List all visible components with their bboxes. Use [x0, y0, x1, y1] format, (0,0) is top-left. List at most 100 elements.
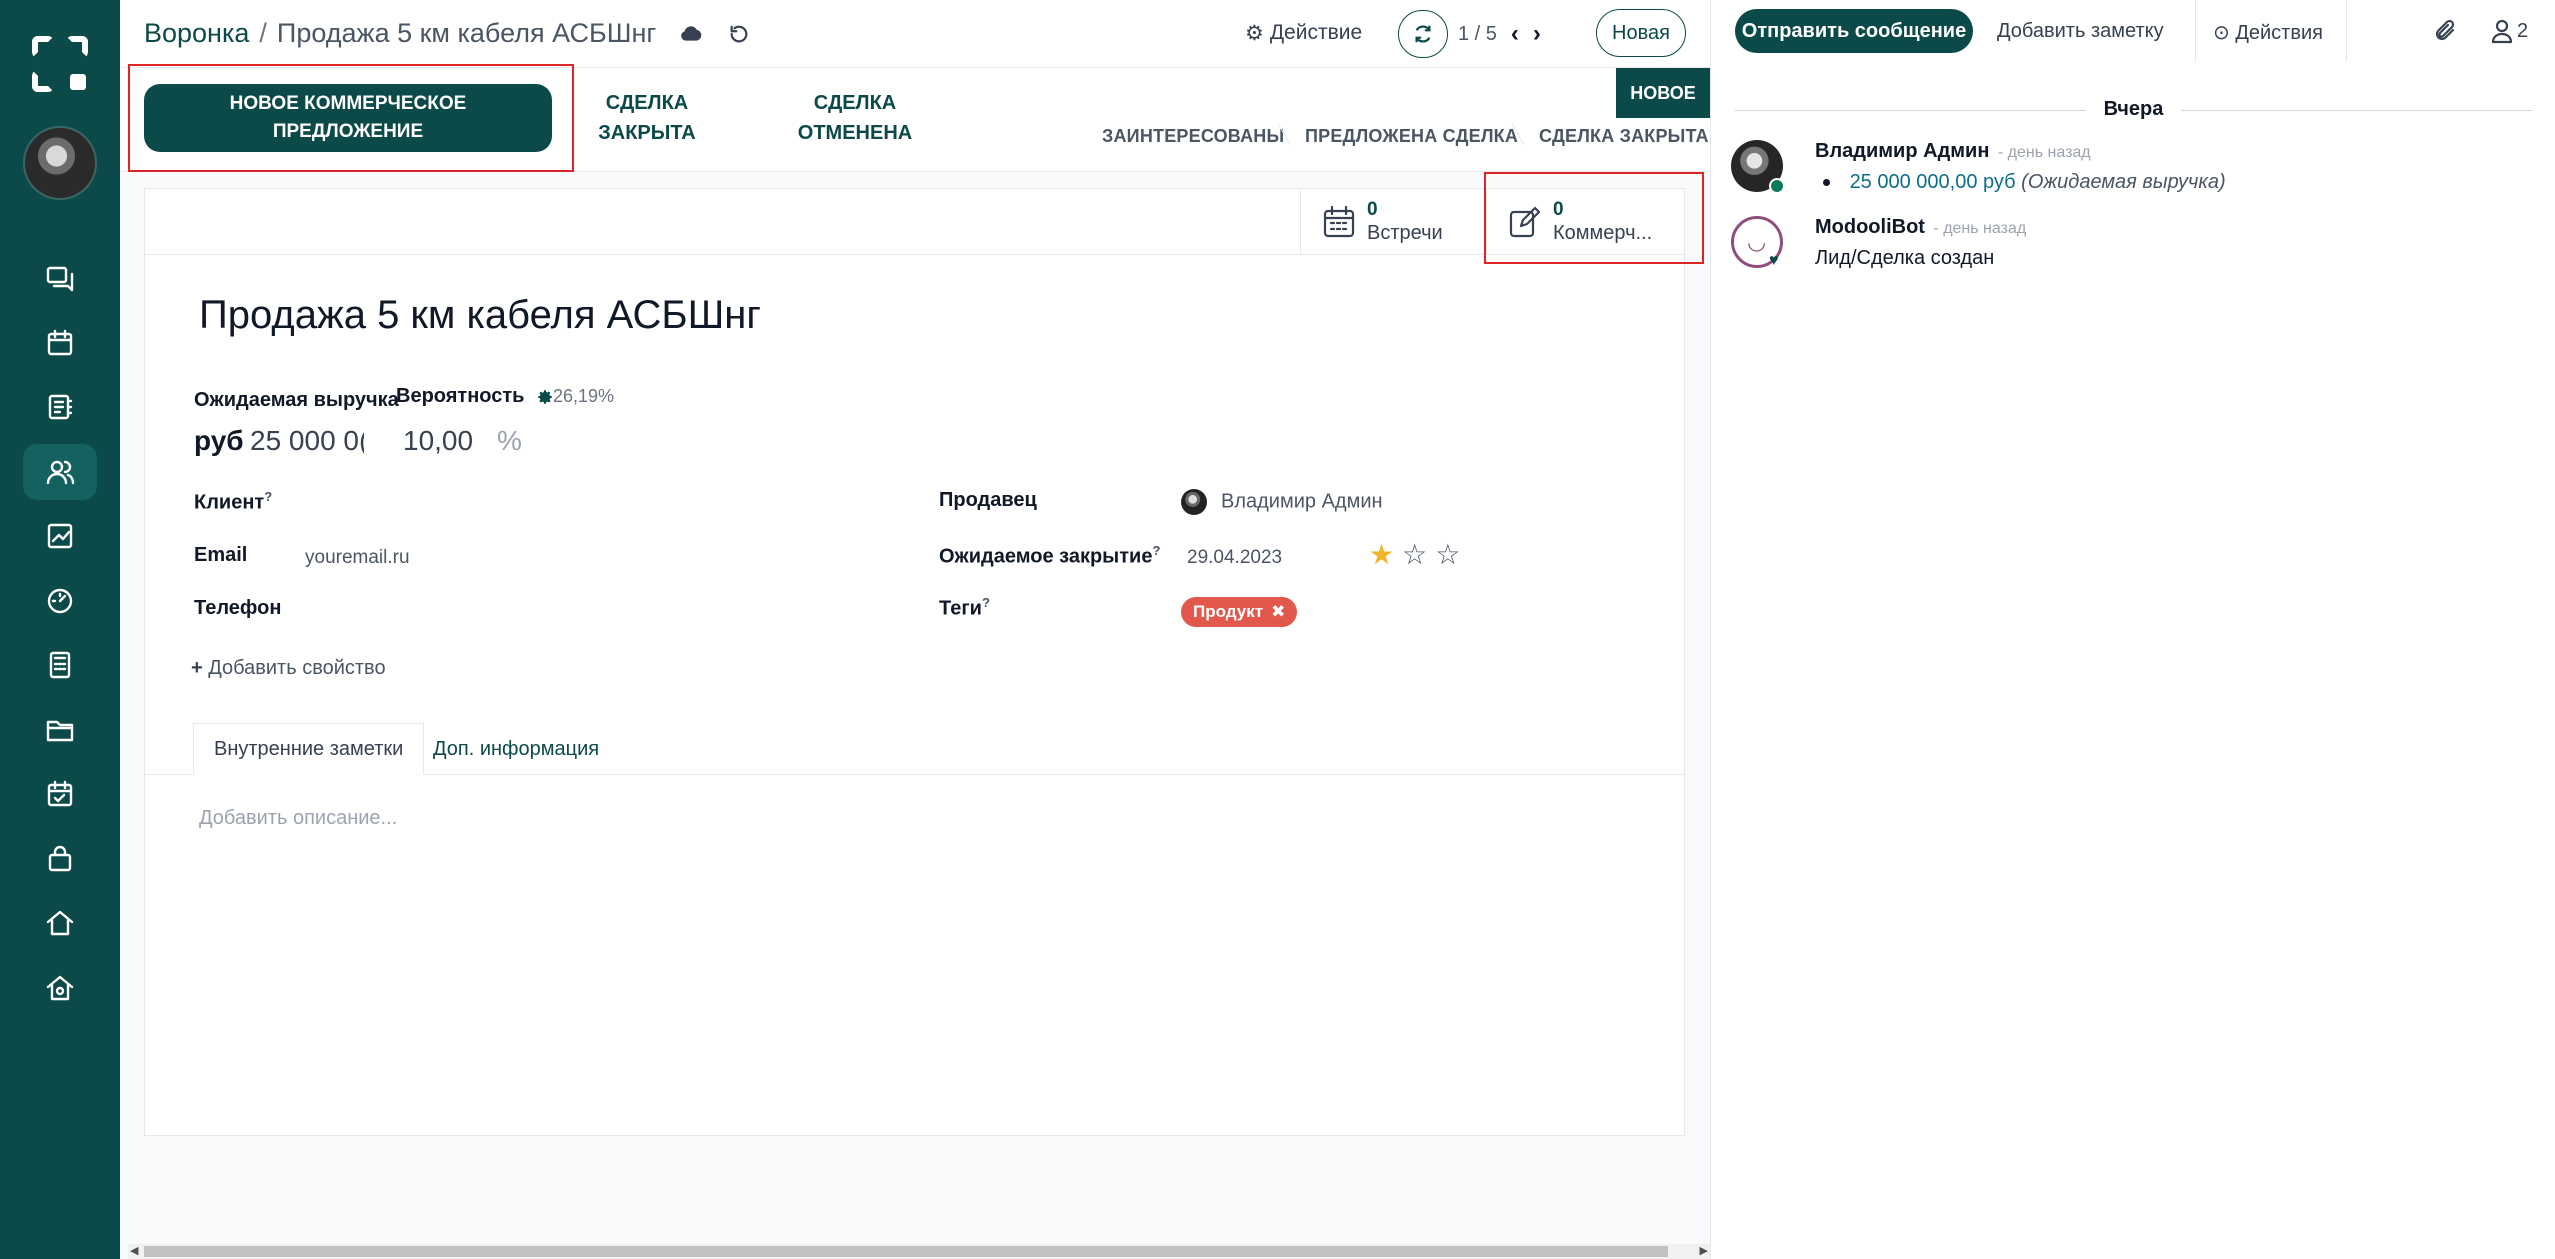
activities-button[interactable]: ⊙ Действия	[2213, 20, 2323, 45]
chatter-panel: Отправить сообщение Добавить заметку ⊙ Д…	[1710, 0, 2555, 1259]
website-icon[interactable]	[23, 960, 97, 1016]
save-cloud-icon[interactable]	[678, 21, 704, 47]
probability-label: Вероятность	[396, 385, 525, 407]
email-input[interactable]: youremail.ru	[305, 547, 410, 569]
tab-extra-info[interactable]: Доп. информация	[413, 723, 619, 775]
add-property-label: Добавить свойство	[208, 657, 386, 679]
mark-lost-button[interactable]: СДЕЛКА ОТМЕНЕНА	[775, 88, 935, 148]
probability-hint: 26,19%	[553, 386, 615, 406]
followers-count: 2	[2517, 19, 2529, 42]
pager-prev-icon[interactable]: ‹	[1511, 20, 1519, 48]
revenue-label: Ожидаемая выручка	[194, 389, 399, 411]
heart-icon: ♥	[1769, 252, 1779, 269]
add-property-button[interactable]: + Добавить свойство	[191, 657, 386, 680]
tab-internal-notes[interactable]: Внутренние заметки	[193, 723, 425, 775]
stage-divider	[1278, 118, 1280, 164]
salesperson-avatar	[1181, 489, 1207, 515]
remove-tag-icon[interactable]: ✖	[1271, 602, 1285, 622]
followers-button[interactable]: 2	[2489, 18, 2528, 44]
sales-icon[interactable]	[23, 508, 97, 564]
message-text: Лид/Сделка создан	[1815, 247, 1995, 269]
message-body: Владимир Админ - день назад 25 000 000,0…	[1815, 140, 2226, 194]
email-label: Email	[194, 544, 248, 566]
stage-proposition[interactable]: ПРЕДЛОЖЕНА СДЕЛКА	[1305, 126, 1518, 147]
scrollbar-thumb[interactable]	[144, 1246, 1668, 1257]
new-record-button[interactable]: Новая	[1596, 9, 1686, 57]
probability-input[interactable]: 10,00	[403, 425, 473, 457]
closing-date-input[interactable]: 29.04.2023	[1187, 547, 1282, 569]
user-icon	[2491, 19, 2513, 44]
percent-sign: %	[497, 425, 522, 456]
crm-icon[interactable]	[23, 443, 97, 500]
form-sheet: 0 Встречи 0 Коммерч... Продажа 5 км кабе…	[144, 188, 1686, 1136]
tag-badge: Продукт ✖	[1181, 597, 1298, 627]
user-avatar[interactable]	[23, 126, 97, 200]
discard-icon[interactable]	[726, 21, 752, 47]
paperclip-icon[interactable]	[2433, 18, 2459, 44]
client-label-row: Клиент?	[194, 489, 272, 515]
description-editor[interactable]: Добавить описание...	[199, 807, 397, 830]
breadcrumb-separator: /	[259, 18, 267, 48]
action-menu-button[interactable]: ⚙ Действие	[1245, 14, 1362, 52]
tags-label-row: Теги?	[939, 595, 990, 621]
lead-title[interactable]: Продажа 5 км кабеля АСБШнг	[199, 293, 761, 338]
chatter-topbar: Отправить сообщение Добавить заметку ⊙ Д…	[1711, 0, 2555, 62]
new-quotation-button[interactable]: НОВОЕ КОММЕРЧЕСКОЕ ПРЕДЛОЖЕНИЕ	[144, 84, 552, 152]
revenue-input[interactable]: 25 000 0(	[250, 425, 364, 457]
bullet-icon	[1823, 179, 1830, 187]
star-empty-icon[interactable]: ☆	[1402, 541, 1427, 569]
closing-label: Ожидаемое закрытие	[939, 545, 1153, 568]
app-nav	[23, 250, 97, 1024]
help-icon[interactable]: ?	[264, 489, 272, 504]
invoicing-icon[interactable]	[23, 637, 97, 693]
discuss-icon[interactable]	[23, 250, 97, 306]
gear-icon[interactable]	[536, 388, 554, 406]
scroll-right-icon[interactable]: ▶	[1700, 1244, 1708, 1257]
pager-next-icon[interactable]: ›	[1533, 20, 1541, 48]
message-author[interactable]: ModooliBot	[1815, 216, 1925, 238]
divider	[2195, 0, 2196, 62]
log-note-button[interactable]: Добавить заметку	[1997, 20, 2164, 43]
refresh-button[interactable]	[1398, 10, 1448, 58]
tracking-value: 25 000 000,00 руб	[1849, 171, 2016, 193]
help-icon[interactable]: ?	[1152, 543, 1160, 558]
probability-label-row: Вероятность	[396, 385, 554, 408]
app-sidebar	[0, 0, 120, 1259]
salesperson-name: Владимир Админ	[1221, 490, 1383, 513]
scroll-left-icon[interactable]: ◀	[130, 1244, 138, 1257]
tag-label: Продукт	[1193, 602, 1264, 621]
dashboard-icon[interactable]	[23, 573, 97, 629]
salesperson-field[interactable]: Владимир Админ	[1181, 489, 1383, 515]
calendar-app-icon[interactable]	[23, 315, 97, 371]
breadcrumb-parent[interactable]: Воронка	[144, 18, 249, 49]
salesperson-label: Продавец	[939, 489, 1037, 511]
star-empty-icon[interactable]: ☆	[1435, 541, 1460, 569]
date-label: Вчера	[2085, 98, 2182, 121]
tags-label: Теги	[939, 597, 982, 620]
client-label: Клиент	[194, 491, 265, 514]
home-icon[interactable]	[23, 895, 97, 951]
pager-count[interactable]: 1 / 5	[1458, 23, 1497, 46]
logo-icon[interactable]	[32, 36, 88, 92]
mark-won-button[interactable]: СДЕЛКА ЗАКРЫТА	[582, 88, 712, 148]
stage-won[interactable]: СДЕЛКА ЗАКРЫТА	[1539, 126, 1709, 147]
planning-icon[interactable]	[23, 766, 97, 822]
meetings-smart-button[interactable]: 0 Встречи	[1300, 189, 1486, 255]
tracking-line: 25 000 000,00 руб (Ожидаемая выручка)	[1815, 171, 2226, 194]
star-filled-icon[interactable]: ★	[1369, 541, 1394, 569]
gear-icon: ⚙	[1245, 21, 1264, 45]
help-icon[interactable]: ?	[982, 595, 990, 610]
tracking-field: (Ожидаемая выручка)	[2021, 171, 2226, 193]
shop-icon[interactable]	[23, 831, 97, 887]
documents-icon[interactable]	[23, 702, 97, 758]
contacts-icon[interactable]	[23, 379, 97, 435]
smart-buttons: 0 Встречи 0 Коммерч...	[145, 189, 1686, 255]
app: Воронка / Продажа 5 км кабеля АСБШнг ⚙ Д…	[0, 0, 2555, 1259]
notebook-tabs: Внутренние заметки Доп. информация	[145, 723, 1686, 775]
send-message-button[interactable]: Отправить сообщение	[1735, 9, 1973, 53]
stage-new[interactable]: НОВОЕ	[1616, 68, 1710, 118]
horizontal-scrollbar[interactable]: ◀ ▶	[128, 1244, 1710, 1259]
highlight-box	[1484, 172, 1704, 264]
currency-symbol: руб	[194, 425, 244, 456]
message-author[interactable]: Владимир Админ	[1815, 140, 1989, 162]
